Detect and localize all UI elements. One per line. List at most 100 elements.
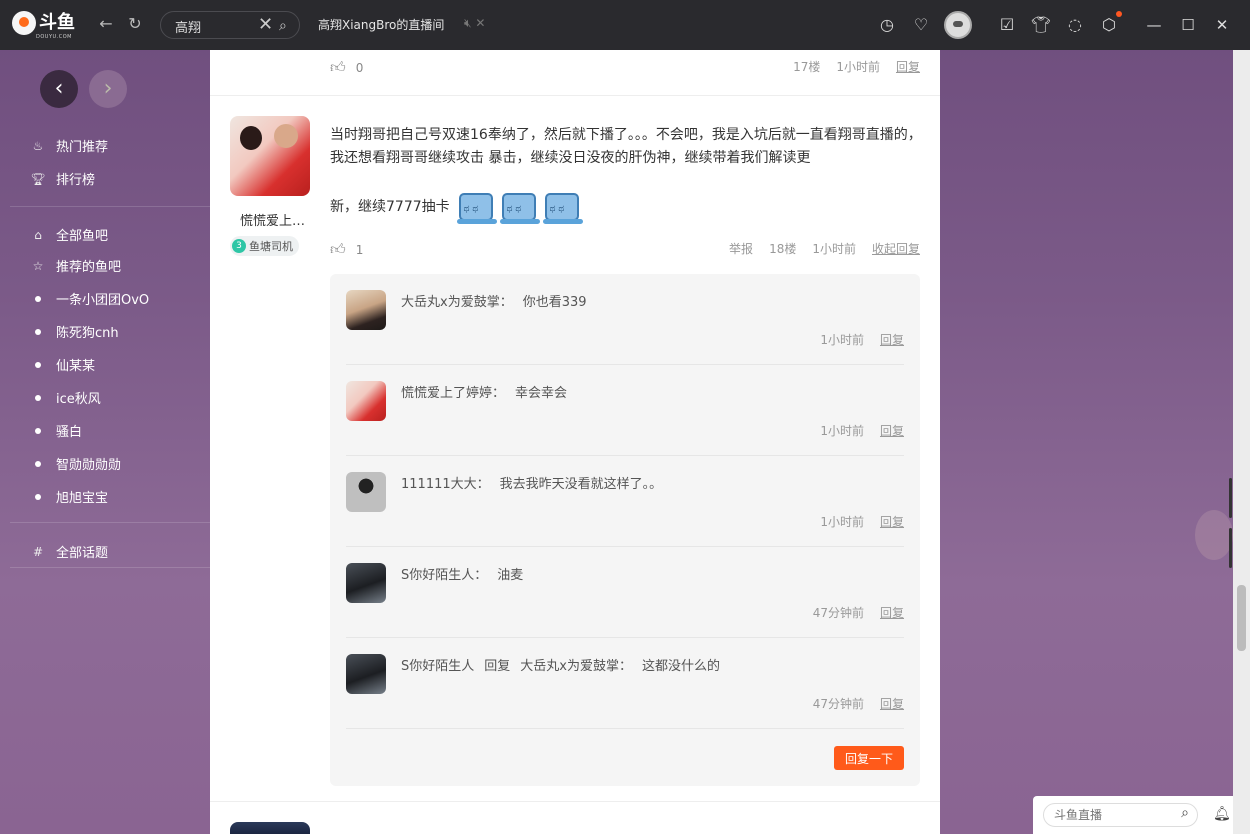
like-button[interactable]: 👍︎ 1: [330, 240, 363, 259]
sidebar-item-label: 智勋勋勋勋: [56, 458, 122, 473]
reply-link[interactable]: 回复: [880, 331, 904, 348]
post-footer: 👍︎ 1 举报 18楼 1小时前 收起回复: [330, 240, 920, 260]
reply-text: S你好陌生人 回复 大岳丸x为爱鼓掌： 这都没什么的: [401, 655, 720, 674]
list-item: S你好陌生人 回复 大岳丸x为爱鼓掌： 这都没什么的 47分钟前 回复: [346, 638, 904, 729]
clock-icon[interactable]: ◷: [876, 14, 898, 36]
reply-username[interactable]: 慌慌爱上了婷婷：: [401, 386, 505, 401]
bell-icon[interactable]: 🔔︎: [1213, 806, 1231, 822]
sidebar-followed-item[interactable]: 旭旭宝宝: [30, 487, 108, 506]
close-icon[interactable]: ✕: [1208, 14, 1236, 36]
avatar[interactable]: [346, 472, 386, 512]
sidebar-forward-button[interactable]: ›: [89, 70, 127, 108]
maximize-icon[interactable]: ☐: [1174, 14, 1202, 36]
sidebar-item-label: 推荐的鱼吧: [56, 260, 122, 275]
reply-time: 47分钟前: [812, 606, 864, 620]
sidebar-item-all-bars[interactable]: ⌂ 全部鱼吧: [30, 225, 109, 245]
reply-link[interactable]: 回复: [896, 58, 920, 75]
user-avatar[interactable]: [944, 11, 972, 39]
reply-time: 1小时前: [820, 424, 864, 438]
notification-dot: [1116, 11, 1122, 17]
like-count: 1: [355, 242, 364, 257]
reply-username[interactable]: 111111大大：: [401, 477, 490, 492]
bullet-icon: [35, 460, 41, 467]
tab-mute-icon[interactable]: 🔇︎ ✕: [464, 16, 485, 31]
tshirt-icon[interactable]: 👕︎: [1030, 14, 1052, 36]
settings-icon[interactable]: ⬡: [1098, 11, 1122, 36]
post-author-name[interactable]: 慌慌爱上…: [230, 210, 315, 229]
reply-link[interactable]: 回复: [880, 513, 904, 530]
reply-list: 大岳丸x为爱鼓掌： 你也看339 1小时前 回复 慌慌爱上了婷婷： 幸会幸会 1小时…: [330, 274, 920, 786]
search-input[interactable]: [175, 17, 255, 35]
avatar[interactable]: [346, 654, 386, 694]
sidebar-followed-item[interactable]: 智勋勋勋勋: [30, 454, 121, 473]
refresh-icon[interactable]: ↻: [125, 14, 145, 34]
report-link[interactable]: 举报: [729, 240, 753, 257]
logo-mark-icon: [12, 11, 36, 35]
sidebar-back-button[interactable]: ‹: [40, 70, 78, 108]
calendar-check-icon[interactable]: ☑: [996, 14, 1018, 36]
sidebar-item-ranking[interactable]: 🏆︎ 排行榜: [30, 169, 95, 189]
bullet-icon: [35, 361, 41, 368]
reply-link[interactable]: 回复: [880, 604, 904, 621]
scrollbar[interactable]: [1233, 50, 1250, 834]
sidebar-divider: [10, 522, 210, 523]
trophy-icon: 🏆︎: [30, 171, 46, 186]
sidebar-followed-item[interactable]: ice秋风: [30, 388, 101, 407]
post-time: 1小时前: [812, 242, 856, 256]
collapse-replies-link[interactable]: 收起回复: [872, 240, 920, 257]
reply-time: 1小时前: [820, 515, 864, 529]
sidebar-followed-item[interactable]: 一条小团团OvO: [30, 289, 149, 308]
reply-submit-button[interactable]: 回复一下: [834, 746, 904, 770]
sidebar-item-label: 仙某某: [56, 359, 96, 374]
scrollbar-thumb[interactable]: [1237, 585, 1246, 651]
sidebar-item-label: 全部话题: [56, 546, 109, 561]
reply-link[interactable]: 回复: [880, 695, 904, 712]
reply-username[interactable]: S你好陌生人: [401, 659, 474, 674]
sidebar-item-all-topics[interactable]: # 全部话题: [30, 542, 109, 562]
fan-badge[interactable]: 3 鱼塘司机: [230, 236, 299, 256]
post-meta: 举报 18楼 1小时前 收起回复: [729, 240, 920, 257]
post-time: 1小时前: [836, 60, 880, 74]
reply-text: 大岳丸x为爱鼓掌： 你也看339: [401, 291, 587, 310]
sidebar-followed-item[interactable]: 陈死狗cnh: [30, 322, 119, 341]
like-button[interactable]: 👍︎ 0: [330, 58, 363, 77]
list-item: S你好陌生人： 油麦 47分钟前 回复: [346, 547, 904, 638]
list-item: 111111大大： 我去我昨天没看就这样了。。 1小时前 回复: [346, 456, 904, 547]
sidebar-item-label: ice秋风: [56, 392, 101, 407]
search-icon[interactable]: ⌕: [1181, 805, 1189, 821]
thumbs-up-icon: 👍︎: [330, 240, 346, 258]
post-author-avatar[interactable]: [230, 116, 310, 196]
avatar[interactable]: [346, 381, 386, 421]
sidebar-item-label: 骚白: [56, 425, 83, 440]
reply-time: 1小时前: [820, 333, 864, 347]
message-icon[interactable]: ◌: [1064, 14, 1086, 36]
reply-content: 你也看339: [522, 295, 587, 310]
badge-level: 3: [232, 239, 246, 253]
avatar[interactable]: [346, 290, 386, 330]
sidebar-followed-item[interactable]: 仙某某: [30, 355, 95, 374]
post-content: 当时翔哥把自己号双速16奉纳了，然后就下播了。。。不会吧，我是入坑后就一直看翔哥…: [330, 127, 922, 166]
reply-username[interactable]: 大岳丸x为爱鼓掌：: [401, 295, 513, 310]
sidebar-item-label: 全部鱼吧: [56, 229, 109, 244]
reply-meta: 1小时前 回复: [820, 513, 904, 530]
heart-icon[interactable]: ♡: [910, 14, 932, 36]
back-arrow-icon[interactable]: ←: [96, 14, 116, 34]
post-divider: [210, 801, 940, 802]
crying-emote-icon: [456, 193, 497, 224]
reply-username[interactable]: S你好陌生人：: [401, 568, 487, 583]
sidebar-followed-item[interactable]: 骚白: [30, 421, 82, 440]
avatar[interactable]: [346, 563, 386, 603]
sidebar-item-label: 陈死狗cnh: [56, 326, 119, 341]
tab-title[interactable]: 高翔XiangBro的直播间: [318, 16, 444, 33]
sidebar-item-label: 旭旭宝宝: [56, 491, 109, 506]
search-icon[interactable]: ⌕: [279, 15, 287, 37]
floating-search-input[interactable]: [1054, 807, 1164, 823]
reply-target-username[interactable]: 大岳丸x为爱鼓掌：: [520, 659, 632, 674]
clear-search-icon[interactable]: ✕: [258, 14, 273, 36]
minimize-icon[interactable]: —: [1140, 14, 1168, 36]
sidebar-item-hot[interactable]: ♨ 热门推荐: [30, 136, 108, 156]
reply-link[interactable]: 回复: [880, 422, 904, 439]
sidebar-item-recommended-bars[interactable]: ☆ 推荐的鱼吧: [30, 256, 122, 276]
douyu-logo[interactable]: 斗鱼 DOUYU.COM: [12, 11, 75, 40]
next-post-avatar[interactable]: [230, 822, 310, 834]
